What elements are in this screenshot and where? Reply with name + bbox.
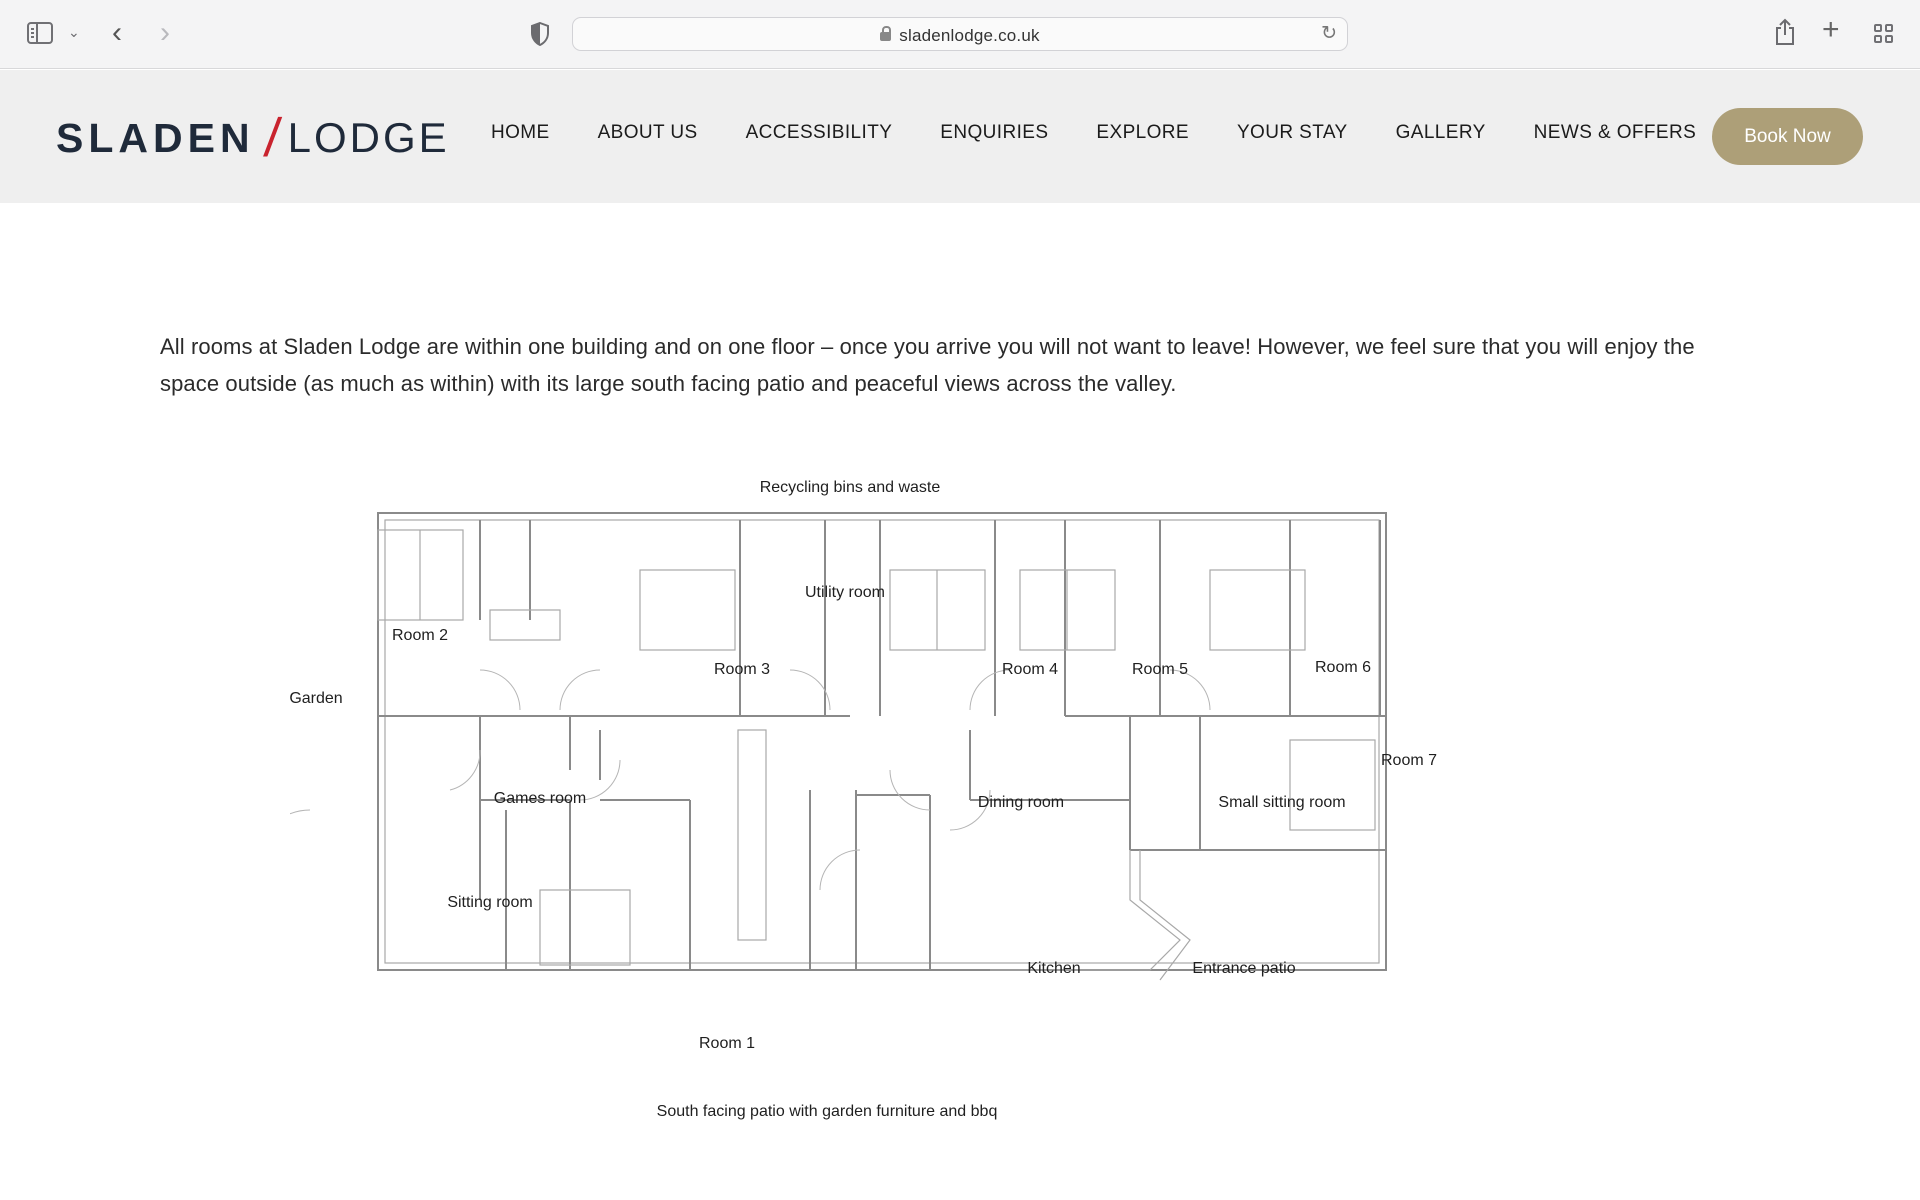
floor-plan-drawing: Recycling bins and waste Garden Room 2 R… (290, 479, 1437, 1120)
nav-accessibility[interactable]: ACCESSIBILITY (746, 122, 893, 144)
main-navigation: HOME ABOUT US ACCESSIBILITY ENQUIRIES EX… (491, 122, 1744, 144)
fp-label-room-1: Room 1 (699, 1035, 755, 1052)
fp-label-room-2: Room 2 (392, 627, 448, 644)
fp-label-games-room: Games room (494, 790, 586, 807)
fp-label-room-6: Room 6 (1315, 659, 1371, 676)
lock-icon (880, 26, 892, 41)
nav-gallery[interactable]: GALLERY (1396, 122, 1486, 144)
logo-text-sladen: SLADEN (56, 114, 255, 161)
site-header: SLADEN / LODGE HOME ABOUT US ACCESSIBILI… (0, 70, 1920, 203)
fp-label-garden: Garden (290, 690, 343, 707)
floor-plan-image: Recycling bins and waste Garden Room 2 R… (290, 470, 1620, 1130)
nav-home[interactable]: HOME (491, 122, 550, 144)
fp-label-utility-room: Utility room (805, 584, 885, 601)
fp-label-room-7: Room 7 (1381, 752, 1437, 769)
book-now-button[interactable]: Book Now (1712, 108, 1863, 165)
url-display[interactable]: sladenlodge.co.uk (573, 26, 1347, 46)
new-tab-icon[interactable]: + (1822, 13, 1840, 47)
floor-plan-doors (290, 669, 1211, 891)
fp-label-kitchen: Kitchen (1027, 960, 1080, 977)
nav-about-us[interactable]: ABOUT US (598, 122, 698, 144)
nav-news-offers[interactable]: NEWS & OFFERS (1534, 122, 1697, 144)
fp-label-sitting-room: Sitting room (447, 894, 532, 911)
reload-icon[interactable]: ↻ (1321, 22, 1337, 45)
privacy-shield-icon[interactable] (530, 21, 550, 47)
chevron-down-icon[interactable]: ⌄ (68, 24, 80, 41)
fp-label-dining-room: Dining room (978, 794, 1064, 811)
fp-label-room-3: Room 3 (714, 661, 770, 678)
tab-overview-icon[interactable] (1874, 24, 1894, 44)
fp-label-small-sitting-room: Small sitting room (1218, 794, 1345, 811)
share-icon[interactable] (1774, 18, 1796, 46)
intro-paragraph: All rooms at Sladen Lodge are within one… (160, 334, 1695, 396)
nav-enquiries[interactable]: ENQUIRIES (940, 122, 1048, 144)
forward-arrow-icon[interactable]: › (160, 16, 170, 50)
fp-label-entrance-patio: Entrance patio (1192, 960, 1295, 977)
fp-label-recycling: Recycling bins and waste (760, 479, 941, 496)
back-arrow-icon[interactable]: ‹ (112, 16, 122, 50)
browser-toolbar: ⌄ ‹ › sladenlodge.co.uk ↻ + (0, 0, 1920, 69)
address-bar[interactable]: sladenlodge.co.uk ↻ (572, 17, 1348, 51)
logo-text-lodge: LODGE (287, 114, 450, 161)
logo-slash: / (261, 108, 283, 168)
nav-explore[interactable]: EXPLORE (1096, 122, 1189, 144)
fp-label-room-5: Room 5 (1132, 661, 1188, 678)
sidebar-toggle-icon[interactable] (27, 22, 53, 44)
fp-label-room-4: Room 4 (1002, 661, 1058, 678)
nav-your-stay[interactable]: YOUR STAY (1237, 122, 1348, 144)
url-text: sladenlodge.co.uk (899, 26, 1040, 45)
site-logo[interactable]: SLADEN / LODGE (56, 108, 450, 168)
fp-label-south-patio: South facing patio with garden furniture… (657, 1103, 998, 1120)
